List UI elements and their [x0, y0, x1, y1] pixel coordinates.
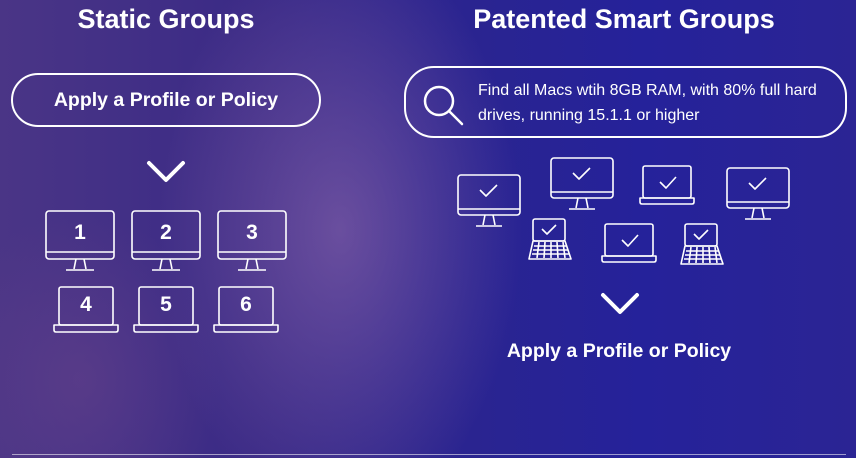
- smart-group-search-query[interactable]: Find all Macs wtih 8GB RAM, with 80% ful…: [404, 66, 847, 138]
- device-number: 6: [240, 293, 252, 316]
- static-device-laptop-6: 6: [212, 285, 280, 335]
- static-apply-policy-label: Apply a Profile or Policy: [53, 88, 279, 111]
- smart-device-laptop-3: [639, 165, 695, 205]
- static-groups-title: Static Groups: [77, 4, 255, 34]
- checkmark-icon: [479, 184, 498, 197]
- smart-group-criteria-text: Find all Macs wtih 8GB RAM, with 80% ful…: [478, 82, 817, 124]
- checkmark-icon: [748, 177, 767, 190]
- device-number: 4: [80, 293, 92, 316]
- smart-device-monitor-4: [726, 167, 790, 220]
- static-device-monitor-2: 2: [130, 209, 202, 273]
- static-device-monitor-3: 3: [216, 209, 288, 273]
- smart-device-monitor-1: [457, 174, 521, 227]
- checkmark-icon: [659, 176, 677, 189]
- checkmark-icon: [572, 167, 591, 180]
- smart-apply-policy-label: Apply a Profile or Policy: [506, 340, 732, 362]
- checkmark-icon: [693, 229, 709, 240]
- static-device-laptop-5: 5: [132, 285, 200, 335]
- smart-device-laptop-keyboard-7: [680, 223, 724, 265]
- static-device-monitor-1: 1: [44, 209, 116, 273]
- device-number: 3: [246, 221, 258, 244]
- checkmark-icon: [621, 234, 639, 247]
- device-number: 1: [74, 221, 86, 244]
- smart-device-laptop-6: [601, 223, 657, 263]
- device-number: 2: [160, 221, 172, 244]
- chevron-down-icon: [601, 293, 639, 314]
- search-icon: [423, 85, 464, 126]
- smart-device-laptop-keyboard-5: [528, 218, 572, 260]
- static-device-laptop-4: 4: [52, 285, 120, 335]
- checkmark-icon: [541, 224, 557, 235]
- bottom-divider: [12, 454, 846, 455]
- smart-device-monitor-2: [550, 157, 614, 210]
- device-number: 5: [160, 293, 172, 316]
- smart-groups-title: Patented Smart Groups: [473, 4, 775, 34]
- chevron-down-icon: [147, 161, 185, 182]
- static-apply-policy-button[interactable]: Apply a Profile or Policy: [11, 73, 321, 127]
